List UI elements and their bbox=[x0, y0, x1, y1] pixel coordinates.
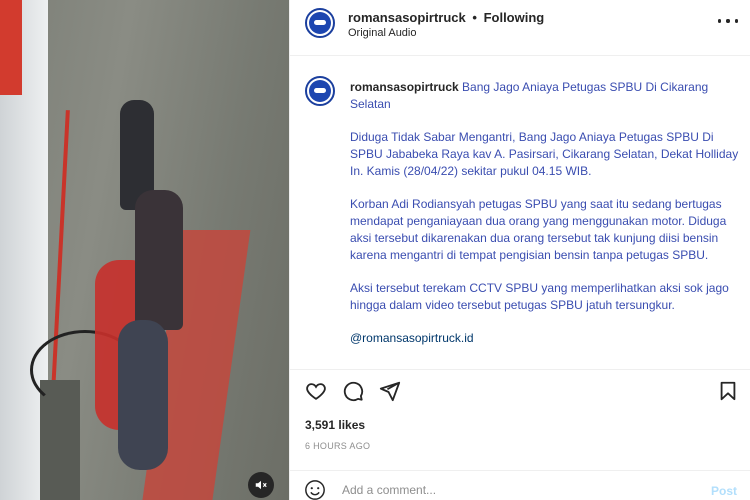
caption-username[interactable]: romansasopirtruck bbox=[350, 80, 459, 94]
speaker-muted-icon bbox=[255, 480, 267, 490]
author-username[interactable]: romansasopirtruck bbox=[348, 10, 466, 25]
caption-paragraph: Korban Adi Rodiansyah petugas SPBU yang … bbox=[350, 197, 727, 262]
post-author-line: romansasopirtruck • Following bbox=[348, 10, 544, 25]
comment-button[interactable] bbox=[341, 379, 365, 403]
following-button[interactable]: Following bbox=[484, 10, 545, 25]
share-button[interactable] bbox=[378, 379, 402, 403]
comment-bar: Post bbox=[290, 470, 750, 500]
caption-paragraph: Aksi tersebut terekam CCTV SPBU yang mem… bbox=[350, 281, 729, 312]
caption-avatar[interactable] bbox=[305, 76, 335, 106]
comment-input[interactable] bbox=[342, 483, 672, 497]
comment-icon bbox=[343, 381, 364, 402]
post-comment-button[interactable]: Post bbox=[711, 484, 737, 498]
video-motorbike-dark bbox=[118, 320, 168, 470]
post-header: romansasopirtruck • Following Original A… bbox=[290, 0, 750, 56]
video-person-2 bbox=[135, 190, 183, 330]
caption-paragraph: Diduga Tidak Sabar Mengantri, Bang Jago … bbox=[350, 130, 739, 178]
emoji-icon[interactable] bbox=[304, 479, 326, 500]
caption-area: romansasopirtruck Bang Jago Aniaya Petug… bbox=[290, 57, 750, 367]
post-timestamp: 6 HOURS AGO bbox=[305, 441, 371, 451]
video-pump-sign bbox=[0, 0, 22, 95]
like-button[interactable] bbox=[304, 379, 328, 403]
caption-text: romansasopirtruck Bang Jago Aniaya Petug… bbox=[350, 79, 740, 363]
avatar[interactable] bbox=[305, 8, 335, 38]
post-side-panel: romansasopirtruck • Following Original A… bbox=[289, 0, 750, 500]
heart-icon bbox=[306, 383, 326, 400]
likes-count[interactable]: 3,591 likes bbox=[305, 418, 365, 432]
bookmark-icon bbox=[720, 381, 736, 401]
mute-button[interactable] bbox=[248, 472, 274, 498]
more-dots-icon bbox=[718, 19, 722, 23]
separator-dot: • bbox=[472, 10, 477, 25]
post-video[interactable] bbox=[0, 0, 289, 500]
audio-label[interactable]: Original Audio bbox=[348, 27, 417, 39]
caption-title-line: romansasopirtruck Bang Jago Aniaya Petug… bbox=[350, 79, 740, 113]
more-dot bbox=[726, 19, 730, 23]
share-icon bbox=[379, 381, 401, 402]
save-button[interactable] bbox=[716, 379, 740, 403]
action-bar bbox=[290, 369, 750, 409]
more-options-button[interactable] bbox=[718, 14, 738, 28]
caption-mention-link[interactable]: @romansasopirtruck.id bbox=[350, 330, 740, 347]
more-dot bbox=[734, 19, 738, 23]
